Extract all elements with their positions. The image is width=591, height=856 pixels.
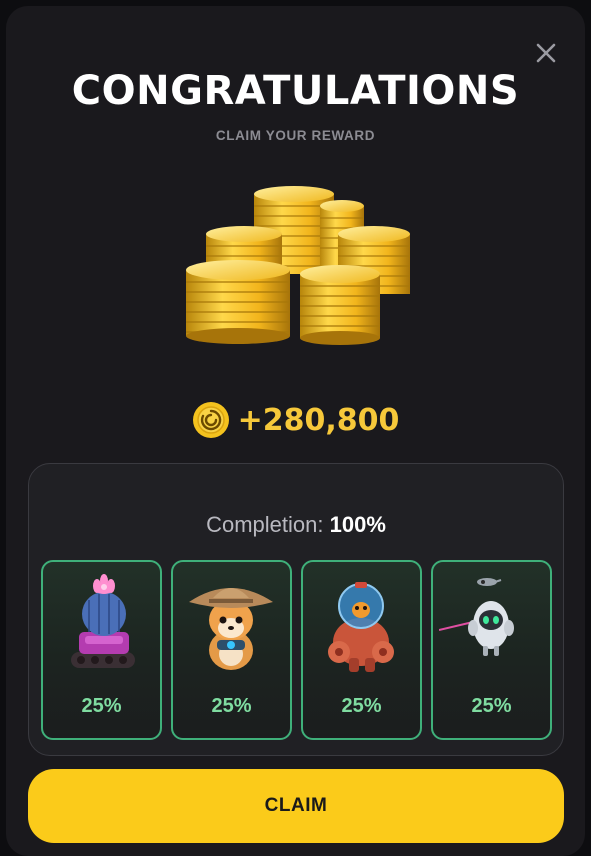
character-card[interactable]: 25% [431, 560, 552, 740]
card-percent: 25% [81, 695, 122, 717]
flying-drone-icon [439, 578, 514, 656]
completion-text: Completion: [206, 512, 324, 537]
completion-label: Completion: 100% [29, 512, 563, 538]
card-percent: 25% [471, 695, 512, 717]
coin-icon [192, 402, 229, 438]
character-card[interactable]: 25% [171, 560, 292, 740]
character-card[interactable]: 25% [41, 560, 162, 740]
modal-subtitle: CLAIM YOUR REWARD [215, 128, 376, 143]
modal-title: CONGRATULATIONS [71, 68, 520, 114]
completion-panel: Completion: 100% 25% 25% 25% 25% [28, 463, 564, 756]
reward-modal: CONGRATULATIONS CLAIM YOUR REWARD +280,8… [6, 6, 585, 856]
shiba-hat-icon [189, 588, 273, 670]
reward-amount: +280,800 [237, 402, 400, 438]
cactus-tank-icon [71, 574, 135, 668]
card-percent: 25% [211, 695, 252, 717]
close-button[interactable] [533, 40, 559, 66]
claim-button[interactable]: CLAIM [28, 769, 564, 843]
card-percent: 25% [341, 695, 382, 717]
reward-amount-row: +280,800 [6, 396, 585, 444]
close-icon [536, 43, 556, 63]
coin-stack-icon [186, 186, 410, 345]
character-card[interactable]: 25% [301, 560, 422, 740]
completion-value: 100% [329, 512, 386, 537]
astronaut-robot-icon [328, 582, 394, 672]
character-cards: 25% 25% 25% 25% [41, 560, 553, 740]
